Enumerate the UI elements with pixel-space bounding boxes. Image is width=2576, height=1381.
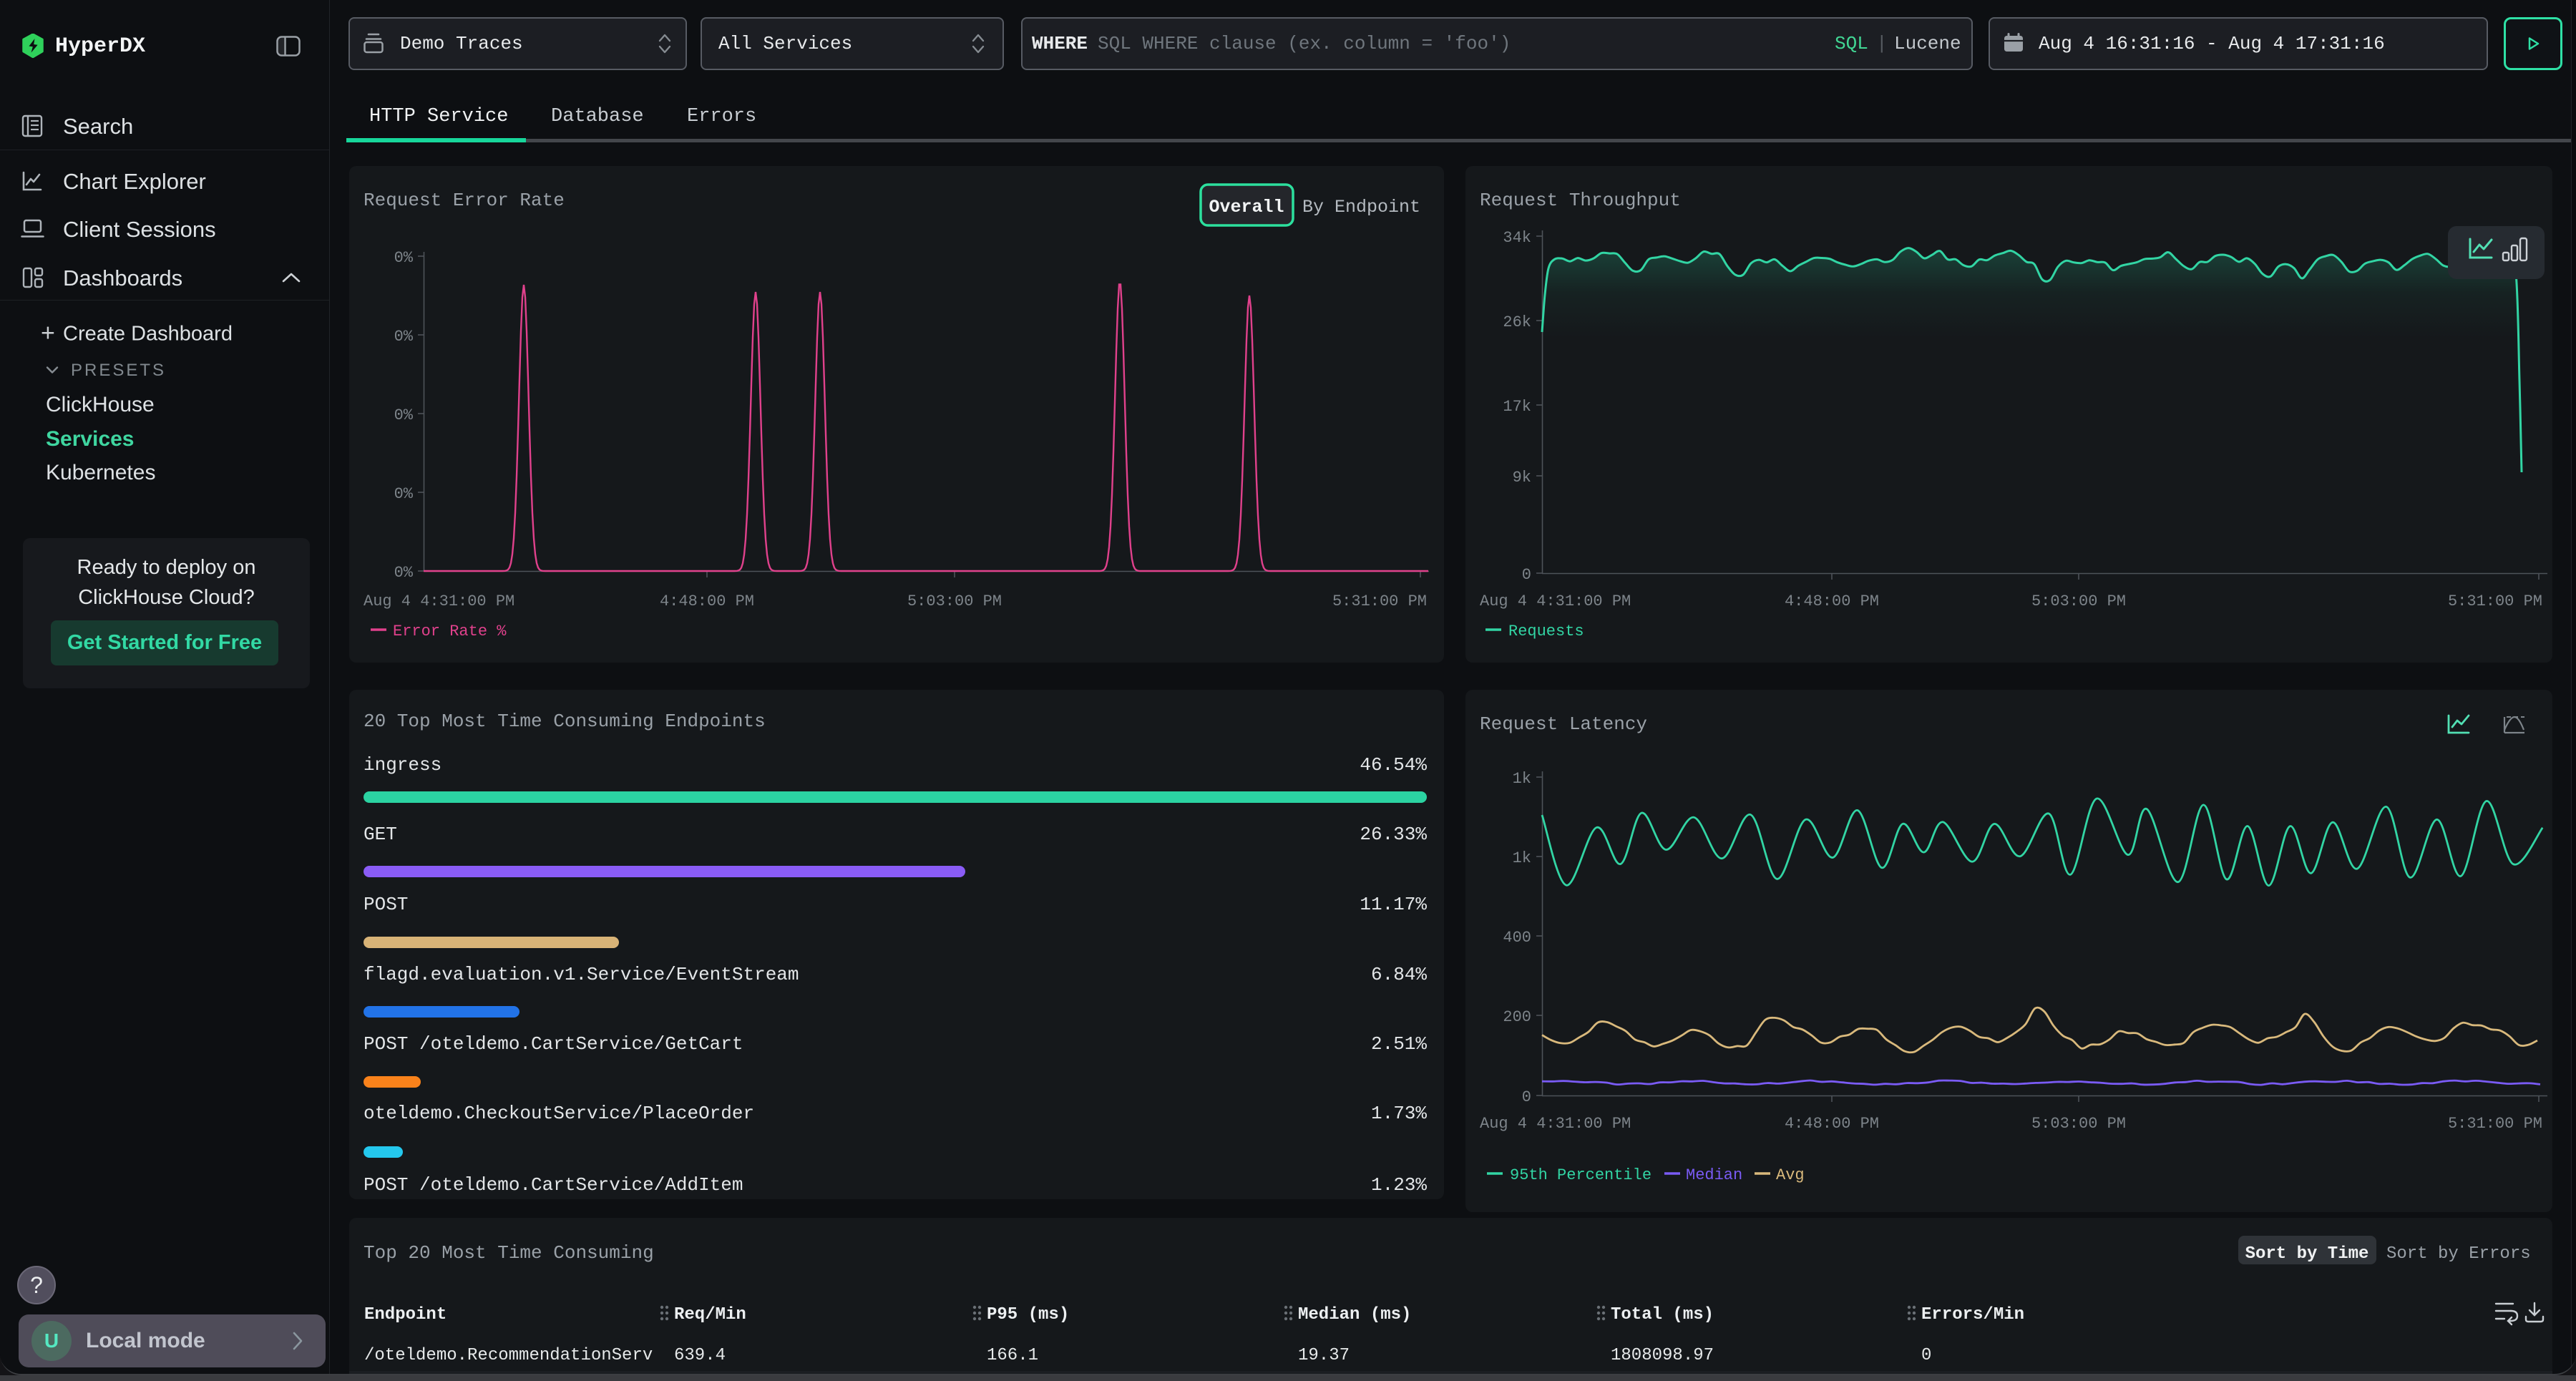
svg-text:Aug 4 4:31:00 PM: Aug 4 4:31:00 PM	[1480, 1115, 1631, 1133]
svg-text:Req/Min: Req/Min	[674, 1305, 746, 1324]
svg-text:0: 0	[1921, 1346, 1931, 1365]
svg-text:Error Rate %: Error Rate %	[393, 623, 507, 640]
svg-text:4:48:00 PM: 4:48:00 PM	[1785, 592, 1879, 610]
svg-text:0%: 0%	[394, 485, 414, 503]
svg-text:Median (ms): Median (ms)	[1298, 1305, 1411, 1324]
svg-text:/oteldemo.RecommendationServ: /oteldemo.RecommendationServ	[364, 1346, 653, 1365]
svg-text:Sort by Errors: Sort by Errors	[2386, 1244, 2531, 1264]
svg-text:34k: 34k	[1503, 229, 1531, 247]
svg-text:19.37: 19.37	[1298, 1346, 1350, 1365]
svg-text:Request Latency: Request Latency	[1480, 713, 1647, 735]
svg-text:4:48:00 PM: 4:48:00 PM	[660, 592, 754, 610]
svg-text:11.17%: 11.17%	[1360, 894, 1427, 915]
svg-text:ingress: ingress	[364, 754, 441, 776]
svg-text:20 Top Most Time Consuming End: 20 Top Most Time Consuming Endpoints	[364, 711, 766, 732]
svg-text:oteldemo.CheckoutService/Place: oteldemo.CheckoutService/PlaceOrder	[364, 1103, 754, 1124]
svg-text:166.1: 166.1	[987, 1346, 1038, 1365]
svg-text:4:48:00 PM: 4:48:00 PM	[1785, 1115, 1879, 1133]
svg-text:639.4: 639.4	[674, 1346, 726, 1365]
svg-text:GET: GET	[364, 824, 397, 845]
svg-text:Sort by Time: Sort by Time	[2245, 1244, 2369, 1264]
svg-text:200: 200	[1503, 1008, 1531, 1026]
svg-text:1k: 1k	[1513, 770, 1531, 788]
svg-text:flagd.evaluation.v1.Service/Ev: flagd.evaluation.v1.Service/EventStream	[364, 964, 799, 985]
svg-text:Aug 4 4:31:00 PM: Aug 4 4:31:00 PM	[1480, 592, 1631, 610]
svg-text:Request Error Rate: Request Error Rate	[364, 190, 565, 211]
svg-text:5:31:00 PM: 5:31:00 PM	[1332, 592, 1427, 610]
svg-text:Request Throughput: Request Throughput	[1480, 190, 1681, 211]
svg-text:Avg: Avg	[1776, 1166, 1805, 1184]
svg-text:0: 0	[1522, 1088, 1531, 1106]
svg-text:5:03:00 PM: 5:03:00 PM	[2031, 592, 2126, 610]
svg-text:1808098.97: 1808098.97	[1611, 1346, 1714, 1365]
svg-text:0%: 0%	[394, 406, 414, 424]
svg-text:0: 0	[1522, 566, 1531, 584]
svg-text:5:31:00 PM: 5:31:00 PM	[2448, 592, 2542, 610]
svg-text:1.73%: 1.73%	[1371, 1103, 1427, 1124]
svg-text:6.84%: 6.84%	[1371, 964, 1427, 985]
svg-text:9k: 9k	[1513, 469, 1531, 487]
svg-text:0%: 0%	[394, 328, 414, 346]
svg-text:17k: 17k	[1503, 398, 1531, 416]
svg-text:Requests: Requests	[1508, 623, 1584, 640]
svg-text:Errors/Min: Errors/Min	[1921, 1305, 2024, 1324]
svg-text:By Endpoint: By Endpoint	[1302, 197, 1420, 218]
svg-text:46.54%: 46.54%	[1360, 754, 1427, 776]
svg-text:Top 20 Most Time Consuming: Top 20 Most Time Consuming	[364, 1242, 654, 1264]
svg-text:26.33%: 26.33%	[1360, 824, 1427, 845]
svg-text:Endpoint: Endpoint	[364, 1305, 447, 1324]
svg-text:1.23%: 1.23%	[1371, 1174, 1427, 1196]
svg-text:POST /oteldemo.CartService/Add: POST /oteldemo.CartService/AddItem	[364, 1174, 743, 1196]
svg-text:0%: 0%	[394, 564, 414, 582]
svg-text:5:31:00 PM: 5:31:00 PM	[2448, 1115, 2542, 1133]
svg-text:Median: Median	[1686, 1166, 1742, 1184]
svg-text:95th Percentile: 95th Percentile	[1510, 1166, 1652, 1184]
svg-text:Total (ms): Total (ms)	[1611, 1305, 1714, 1324]
svg-text:Aug 4 4:31:00 PM: Aug 4 4:31:00 PM	[364, 592, 514, 610]
svg-text:1k: 1k	[1513, 849, 1531, 867]
svg-text:0%: 0%	[394, 249, 414, 267]
svg-text:400: 400	[1503, 929, 1531, 947]
svg-text:Overall: Overall	[1209, 197, 1284, 218]
svg-text:POST /oteldemo.CartService/Get: POST /oteldemo.CartService/GetCart	[364, 1033, 743, 1055]
svg-text:5:03:00 PM: 5:03:00 PM	[907, 592, 1002, 610]
svg-text:2.51%: 2.51%	[1371, 1033, 1427, 1055]
svg-text:5:03:00 PM: 5:03:00 PM	[2031, 1115, 2126, 1133]
svg-text:26k: 26k	[1503, 313, 1531, 331]
svg-text:POST: POST	[364, 894, 408, 915]
svg-text:P95 (ms): P95 (ms)	[987, 1305, 1069, 1324]
